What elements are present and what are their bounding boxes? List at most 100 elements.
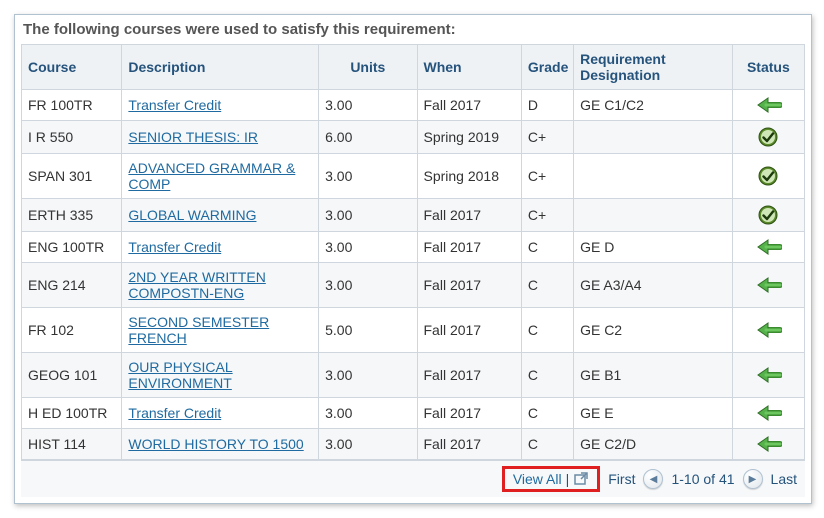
cell-when: Fall 2017 <box>417 90 521 121</box>
description-link[interactable]: Transfer Credit <box>128 97 221 113</box>
table-footer: View All | First ◀ 1-10 of 41 ▶ Last <box>21 460 805 497</box>
cell-when: Fall 2017 <box>417 199 521 232</box>
cell-when: Spring 2018 <box>417 154 521 199</box>
cell-units: 5.00 <box>319 308 417 353</box>
cell-course: ENG 100TR <box>22 232 122 263</box>
cell-course: HIST 114 <box>22 429 122 460</box>
description-link[interactable]: Transfer Credit <box>128 239 221 255</box>
range-label: 1-10 of 41 <box>671 471 734 487</box>
cell-when: Fall 2017 <box>417 398 521 429</box>
col-description[interactable]: Description <box>122 45 319 90</box>
cell-units: 3.00 <box>319 232 417 263</box>
transfer-arrow-icon <box>739 276 798 294</box>
col-course[interactable]: Course <box>22 45 122 90</box>
col-requirement[interactable]: Requirement Designation <box>574 45 733 90</box>
popout-icon[interactable] <box>573 471 589 487</box>
col-grade[interactable]: Grade <box>521 45 573 90</box>
table-header-row: Course Description Units When Grade Requ… <box>22 45 805 90</box>
cell-course: GEOG 101 <box>22 353 122 398</box>
cell-status <box>732 121 804 154</box>
table-row: HIST 114WORLD HISTORY TO 15003.00Fall 20… <box>22 429 805 460</box>
completed-check-icon <box>739 127 798 147</box>
table-row: GEOG 101OUR PHYSICAL ENVIRONMENT3.00Fall… <box>22 353 805 398</box>
description-link[interactable]: GLOBAL WARMING <box>128 207 256 223</box>
panel-title: The following courses were used to satis… <box>15 15 811 44</box>
cell-course: FR 102 <box>22 308 122 353</box>
col-units[interactable]: Units <box>319 45 417 90</box>
table-row: I R 550SENIOR THESIS: IR6.00Spring 2019C… <box>22 121 805 154</box>
cell-grade: C+ <box>521 154 573 199</box>
cell-status <box>732 308 804 353</box>
description-link[interactable]: Transfer Credit <box>128 405 221 421</box>
prev-button[interactable]: ◀ <box>643 469 663 489</box>
cell-units: 3.00 <box>319 429 417 460</box>
view-all-highlight: View All | <box>502 466 600 492</box>
cell-course: ENG 214 <box>22 263 122 308</box>
cell-grade: C+ <box>521 199 573 232</box>
description-link[interactable]: 2ND YEAR WRITTEN COMPOSTN-ENG <box>128 269 265 301</box>
description-link[interactable]: SECOND SEMESTER FRENCH <box>128 314 269 346</box>
cell-requirement: GE C2/D <box>574 429 733 460</box>
cell-when: Spring 2019 <box>417 121 521 154</box>
cell-status <box>732 154 804 199</box>
cell-status <box>732 199 804 232</box>
cell-requirement: GE C2 <box>574 308 733 353</box>
cell-when: Fall 2017 <box>417 232 521 263</box>
cell-grade: C <box>521 308 573 353</box>
cell-grade: D <box>521 90 573 121</box>
cell-description: WORLD HISTORY TO 1500 <box>122 429 319 460</box>
cell-grade: C <box>521 232 573 263</box>
col-when[interactable]: When <box>417 45 521 90</box>
cell-description: SENIOR THESIS: IR <box>122 121 319 154</box>
cell-requirement: GE A3/A4 <box>574 263 733 308</box>
description-link[interactable]: WORLD HISTORY TO 1500 <box>128 436 303 452</box>
col-status[interactable]: Status <box>732 45 804 90</box>
cell-description: 2ND YEAR WRITTEN COMPOSTN-ENG <box>122 263 319 308</box>
cell-description: OUR PHYSICAL ENVIRONMENT <box>122 353 319 398</box>
cell-course: H ED 100TR <box>22 398 122 429</box>
cell-status <box>732 263 804 308</box>
cell-course: ERTH 335 <box>22 199 122 232</box>
table-row: SPAN 301ADVANCED GRAMMAR & COMP3.00Sprin… <box>22 154 805 199</box>
cell-status <box>732 398 804 429</box>
cell-requirement: GE D <box>574 232 733 263</box>
view-all-link[interactable]: View All <box>513 471 562 487</box>
cell-units: 3.00 <box>319 353 417 398</box>
transfer-arrow-icon <box>739 238 798 256</box>
cell-status <box>732 232 804 263</box>
cell-grade: C+ <box>521 121 573 154</box>
cell-status <box>732 429 804 460</box>
next-button[interactable]: ▶ <box>743 469 763 489</box>
first-link[interactable]: First <box>608 471 635 487</box>
last-link[interactable]: Last <box>771 471 797 487</box>
cell-units: 3.00 <box>319 398 417 429</box>
cell-grade: C <box>521 429 573 460</box>
cell-when: Fall 2017 <box>417 308 521 353</box>
cell-grade: C <box>521 353 573 398</box>
cell-requirement: GE C1/C2 <box>574 90 733 121</box>
description-link[interactable]: ADVANCED GRAMMAR & COMP <box>128 160 295 192</box>
description-link[interactable]: OUR PHYSICAL ENVIRONMENT <box>128 359 232 391</box>
cell-grade: C <box>521 263 573 308</box>
cell-units: 3.00 <box>319 90 417 121</box>
cell-requirement <box>574 199 733 232</box>
cell-description: GLOBAL WARMING <box>122 199 319 232</box>
transfer-arrow-icon <box>739 435 798 453</box>
description-link[interactable]: SENIOR THESIS: IR <box>128 129 258 145</box>
transfer-arrow-icon <box>739 404 798 422</box>
cell-grade: C <box>521 398 573 429</box>
table-row: ERTH 335GLOBAL WARMING3.00Fall 2017C+ <box>22 199 805 232</box>
requirement-courses-panel: The following courses were used to satis… <box>14 14 812 504</box>
cell-description: SECOND SEMESTER FRENCH <box>122 308 319 353</box>
cell-units: 3.00 <box>319 263 417 308</box>
transfer-arrow-icon <box>739 96 798 114</box>
table-row: H ED 100TR Transfer Credit 3.00Fall 2017CG… <box>22 398 805 429</box>
cell-when: Fall 2017 <box>417 263 521 308</box>
cell-description: Transfer Credit <box>122 90 319 121</box>
cell-course: FR 100TR <box>22 90 122 121</box>
cell-requirement: GE B1 <box>574 353 733 398</box>
completed-check-icon <box>739 166 798 186</box>
cell-description: ADVANCED GRAMMAR & COMP <box>122 154 319 199</box>
cell-requirement: GE E <box>574 398 733 429</box>
cell-description: Transfer Credit <box>122 232 319 263</box>
